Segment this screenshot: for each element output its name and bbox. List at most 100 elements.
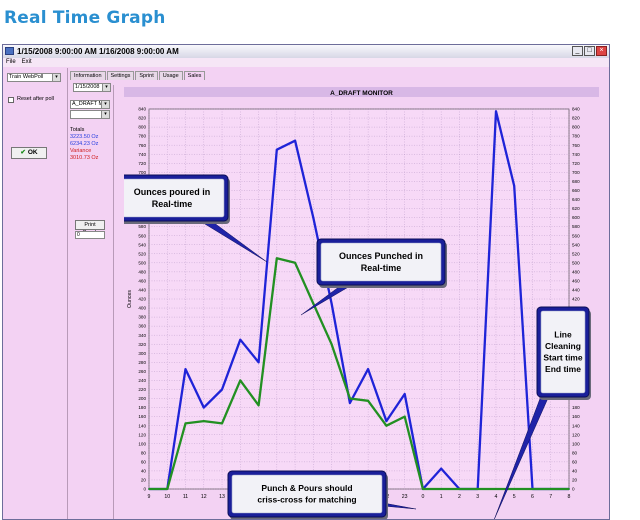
menu-file[interactable]: File (6, 58, 16, 67)
tab-information[interactable]: Information (70, 71, 106, 80)
y-tick-label-right: 820 (572, 116, 580, 121)
y-tick-label-right: 760 (572, 143, 580, 148)
callout-text-punched: Ounces Punched in (339, 251, 423, 261)
callout-text-cleaning: Start time (543, 353, 582, 363)
menu-exit[interactable]: Exit (22, 58, 32, 67)
data-point-punched (221, 422, 223, 425)
y-tick-label-right: 20 (572, 478, 578, 483)
y-tick-label-right: 660 (572, 188, 580, 193)
print-graph-button[interactable]: Print Graph (75, 220, 105, 236)
x-tick-label: 10 (164, 494, 170, 500)
y-tick-label-left: 720 (138, 161, 146, 166)
y-axis-label: Ounces (127, 290, 133, 308)
y-tick-label-left: 180 (138, 405, 146, 410)
minimize-icon[interactable]: _ (572, 46, 583, 56)
data-point-punched (148, 488, 150, 490)
variance-label: Variance (70, 148, 92, 154)
data-point-punched (367, 399, 370, 402)
monitor-select[interactable]: A_DRAFT MC ▾ (70, 100, 110, 109)
close-icon[interactable]: × (596, 46, 607, 56)
x-tick-label: 8 (568, 494, 571, 500)
x-tick-label: 9 (148, 494, 151, 500)
window-controls: _ □ × (572, 46, 607, 56)
data-point-punched (440, 488, 443, 490)
y-tick-label-left: 340 (138, 333, 146, 338)
y-tick-label-left: 500 (138, 260, 146, 265)
y-tick-label-right: 840 (572, 107, 580, 112)
y-tick-label-right: 640 (572, 197, 580, 202)
y-tick-label-right: 720 (572, 161, 580, 166)
data-point-punched (166, 488, 169, 490)
y-tick-label-right: 440 (572, 288, 580, 293)
data-point-punched (568, 488, 570, 490)
print-graph-input[interactable]: 0 (75, 231, 105, 239)
reset-after-poll-checkbox[interactable] (8, 97, 14, 103)
draft-monitor-chart: A_DRAFT MONITOR0 020 2040 4060 6080 80100 1001… (124, 87, 599, 519)
callout-text-cleaning: Line (554, 330, 572, 340)
y-tick-label-left: 740 (138, 152, 146, 157)
data-point-punched (202, 420, 205, 423)
y-tick-label-left: 540 (138, 242, 146, 247)
data-point-punched (403, 415, 406, 418)
x-tick-label: 2 (458, 494, 461, 500)
y-tick-label-left: 400 (138, 306, 146, 311)
y-tick-label-right: 780 (572, 134, 580, 139)
tab-sprint[interactable]: Sprint (135, 71, 158, 80)
source-select[interactable]: Train WebPoll ▾ (7, 73, 61, 82)
x-tick-label: 5 (513, 494, 516, 500)
chevron-down-icon: ▾ (52, 74, 60, 81)
y-tick-label-right: 740 (572, 152, 580, 157)
left-panel-divider (67, 68, 68, 519)
y-tick-label-right: 420 (572, 297, 580, 302)
window-title: 1/15/2008 9:00:00 AM 1/16/2008 9:00:00 A… (17, 47, 179, 56)
y-tick-label-left: 580 (138, 224, 146, 229)
variance-value: 3010.73 Oz (70, 155, 99, 161)
callout-box-punched (320, 242, 442, 282)
secondary-select[interactable]: ▾ (70, 110, 110, 119)
y-tick-label-left: 700 (138, 170, 146, 175)
data-point-poured (330, 302, 333, 305)
data-point-poured (239, 338, 242, 341)
x-tick-label: 6 (531, 494, 534, 500)
tab-usage[interactable]: Usage (158, 71, 183, 80)
tab-settings[interactable]: Settings (106, 71, 135, 80)
y-tick-label-right: 520 (572, 251, 580, 256)
data-point-punched (476, 488, 479, 490)
ok-button[interactable]: ✔ OK (11, 147, 47, 159)
data-point-punched (184, 422, 187, 425)
data-point-punched (513, 488, 516, 490)
callout-text-cleaning: End time (545, 364, 581, 374)
chevron-down-icon: ▾ (101, 111, 109, 118)
y-tick-label-left: 380 (138, 315, 146, 320)
data-point-punched (422, 488, 424, 490)
data-point-poured (184, 368, 187, 371)
chevron-down-icon: ▾ (101, 101, 109, 108)
y-tick-label-left: 80 (141, 450, 147, 455)
x-tick-label: 13 (219, 494, 225, 500)
y-tick-label-right: 140 (572, 423, 580, 428)
tab-sales[interactable]: Sales (183, 71, 206, 80)
data-point-poured (513, 185, 516, 187)
maximize-icon[interactable]: □ (584, 46, 595, 56)
y-tick-label-left: 140 (138, 423, 146, 428)
x-tick-label: 11 (183, 494, 188, 500)
data-point-poured (495, 110, 497, 113)
y-tick-label-right: 120 (572, 432, 580, 437)
y-tick-label-right: 600 (572, 215, 580, 220)
data-point-punched (312, 302, 315, 305)
window-titlebar: 1/15/2008 9:00:00 AM 1/16/2008 9:00:00 A… (3, 45, 609, 59)
data-point-poured (257, 361, 260, 364)
data-point-poured (312, 216, 315, 219)
page-title: Real Time Graph (4, 8, 166, 28)
y-tick-label-left: 820 (138, 116, 146, 121)
x-tick-label: 0 (421, 494, 424, 500)
data-point-poured (348, 402, 351, 404)
totals-label: Totals (70, 127, 85, 133)
mid-panel-divider (113, 85, 114, 519)
data-point-punched (495, 488, 497, 490)
y-tick-label-left: 0 (143, 487, 146, 492)
y-tick-label-right: 540 (572, 242, 580, 247)
date-select[interactable]: 1/15/2008 ▾ (73, 83, 111, 92)
y-tick-label-left: 460 (138, 279, 146, 284)
y-tick-label-left: 160 (138, 414, 146, 419)
